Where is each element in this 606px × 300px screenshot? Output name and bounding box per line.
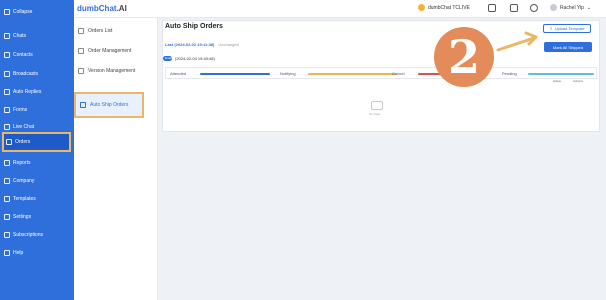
sidebar-item-label: Reports [13, 160, 31, 166]
user-menu[interactable]: Rachel Yip ⌄ [550, 4, 591, 11]
last-update-text: Last (2024-02-02 19:11:38) [165, 42, 215, 47]
subnav-item-auto-ship-orders[interactable]: Auto Ship Orders [74, 92, 144, 118]
brand-logo[interactable]: dumbChat.AI [77, 4, 127, 13]
column-actions: Actions [573, 79, 583, 83]
empty-state-text: No Data [369, 112, 381, 116]
mark-all-button[interactable]: Mark All Shipped [544, 42, 592, 52]
subnav-item-label: Orders List [88, 28, 113, 34]
status-attended-label: Attended [170, 71, 187, 76]
toggle-date: (2024-02-04 19:40:48) [175, 56, 215, 61]
sidebar-item-settings[interactable]: Settings [4, 211, 70, 223]
arrow-icon [496, 31, 538, 52]
subnav-item-order-management[interactable]: Order Management [78, 44, 150, 58]
sidebar-item-label: Contacts [13, 52, 33, 58]
company-name: dumbChat TCLIVE [428, 4, 470, 11]
sidebar-item-label: Collapse [13, 9, 33, 15]
sidebar-item-subscriptions[interactable]: Subscriptions [4, 229, 70, 241]
last-update: Last (2024-02-02 19:11:38) Unchanged [165, 42, 239, 47]
upload-icon: ⇪ [549, 26, 553, 31]
status-notifying-line [308, 73, 396, 75]
status-notifying-label: Notifying [280, 71, 296, 76]
sidebar-item-label: Help [13, 250, 24, 256]
upload-template-button[interactable]: ⇪ Upload Template [543, 24, 591, 33]
sidebar-item-label: Chats [13, 33, 27, 39]
step-number: 2 [447, 30, 480, 84]
sidebar-item-orders[interactable]: Orders [2, 132, 71, 152]
sidebar-item-templates[interactable]: Templates [4, 193, 70, 205]
broadcast-icon [4, 71, 10, 77]
sidebar-item-label: Templates [13, 196, 36, 202]
main-sidebar: Collapse Chats Contacts Broadcasts Auto … [0, 0, 74, 300]
megaphone-icon[interactable] [488, 4, 496, 12]
sidebar-item-reports[interactable]: Reports [4, 157, 70, 169]
user-icon [4, 52, 10, 58]
sidebar-item-auto-replies[interactable]: Auto Replies [4, 86, 70, 98]
subscription-icon [4, 232, 10, 238]
settings-icon [4, 214, 10, 220]
sidebar-item-broadcasts[interactable]: Broadcasts [4, 68, 70, 80]
company-avatar [418, 4, 425, 11]
last-update-note: Unchanged [218, 42, 239, 47]
user-name: Rachel Yip [560, 4, 584, 11]
brand-name: dumbChat [77, 4, 117, 13]
menu-icon [4, 9, 10, 15]
sidebar-item-collapse[interactable]: Collapse [4, 6, 70, 18]
chevron-down-icon: ⌄ [586, 4, 592, 11]
chat-icon [4, 33, 10, 39]
company-switcher[interactable]: dumbChat TCLIVE [418, 4, 470, 11]
report-icon [4, 160, 10, 166]
subnav-item-label: Order Management [88, 48, 132, 54]
sidebar-item-label: Auto Replies [13, 89, 42, 95]
orders-icon [6, 139, 12, 145]
document-icon [80, 102, 86, 108]
version-icon [78, 68, 84, 74]
subnav-item-label: Auto Ship Orders [90, 102, 129, 108]
form-icon [4, 107, 10, 113]
sidebar-item-label: Subscriptions [13, 232, 44, 238]
upload-template-label: Upload Template [554, 26, 585, 31]
column-status: status [553, 79, 562, 83]
top-header: dumbChat.AI dumbChat TCLIVE Rachel Yip ⌄ [74, 0, 606, 18]
list-icon [78, 28, 84, 34]
avatar [550, 4, 557, 11]
sidebar-item-chats[interactable]: Chats [4, 30, 70, 42]
sidebar-item-help[interactable]: Help [4, 247, 70, 259]
sidebar-item-contacts[interactable]: Contacts [4, 49, 70, 61]
sidebar-item-label: Orders [15, 139, 31, 145]
app-root: Collapse Chats Contacts Broadcasts Auto … [0, 0, 606, 300]
status-attended-line [200, 73, 270, 75]
orders-subnav: Orders List Order Management Version Man… [74, 18, 158, 300]
status-pending-label: Pending [502, 71, 517, 76]
step-number-badge: 2 [434, 27, 494, 87]
status-cancel-label: Cancel [392, 71, 405, 76]
live-icon [4, 124, 10, 130]
reply-icon [4, 89, 10, 95]
subnav-item-version-management[interactable]: Version Management [78, 64, 150, 78]
page-title: Auto Ship Orders [165, 23, 223, 30]
sidebar-item-label: Company [13, 178, 35, 184]
status-pending-line [528, 73, 594, 75]
sidebar-item-label: Live Chat [13, 124, 35, 130]
settings-icon[interactable] [530, 4, 538, 12]
sidebar-item-label: Forms [13, 107, 28, 113]
empty-inbox-icon [371, 101, 383, 110]
help-icon [4, 250, 10, 256]
calendar-icon[interactable] [510, 4, 518, 12]
subnav-item-label: Version Management [88, 68, 136, 74]
sidebar-item-forms[interactable]: Forms [4, 104, 70, 116]
subnav-item-orders-list[interactable]: Orders List [78, 24, 150, 38]
template-icon [4, 196, 10, 202]
company-icon [4, 178, 10, 184]
manage-icon [78, 48, 84, 54]
brand-suffix: .AI [116, 4, 127, 13]
sidebar-item-label: Broadcasts [13, 71, 39, 77]
sidebar-item-label: Settings [13, 214, 32, 220]
sidebar-item-company[interactable]: Company [4, 175, 70, 187]
status-legend: Attended Notifying Cancel Pending [165, 67, 597, 79]
